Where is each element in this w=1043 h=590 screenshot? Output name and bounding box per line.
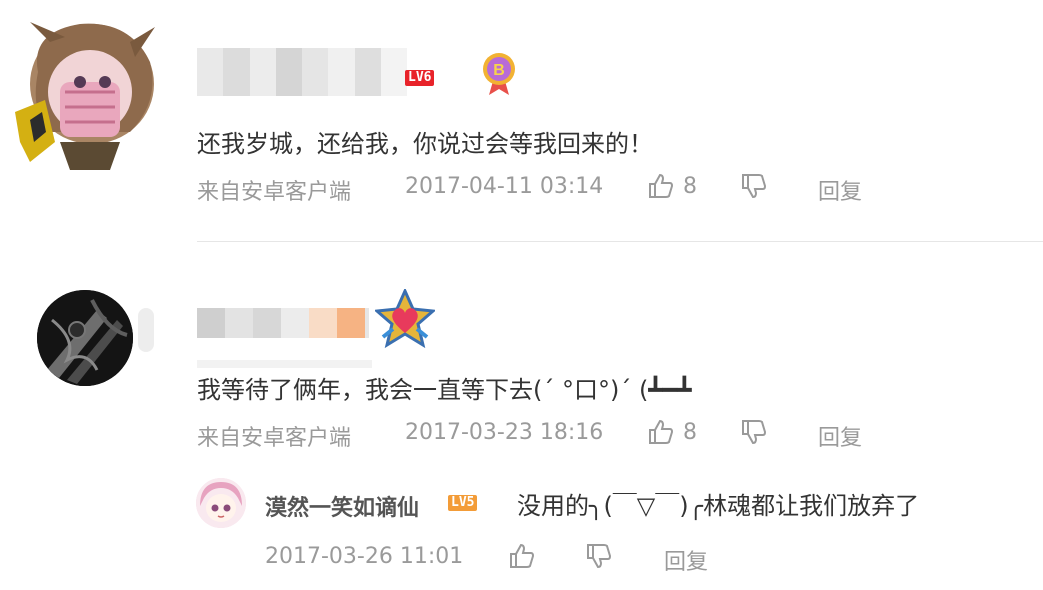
medal-b-icon: B	[479, 51, 519, 96]
like-button[interactable]: 8	[647, 418, 697, 446]
avatar-anime-girl-icon	[15, 22, 155, 170]
heart-star-icon	[373, 287, 437, 349]
comment-text: 还我岁城，还给我，你说过会等我回来的！	[197, 130, 653, 158]
dislike-button[interactable]	[740, 172, 768, 200]
reply-text: 没用的╮(￣▽￣)╭林魂都让我们放弃了	[517, 492, 920, 520]
comment-source: 来自安卓客户端	[197, 180, 352, 205]
avatar-dark-art-icon	[37, 290, 133, 386]
reply-username[interactable]: 漠然一笑如谪仙	[265, 490, 419, 522]
comment-text: 我等待了俩年，我会一直等下去(ˊ °口°)ˊ (┻━┻	[197, 376, 692, 404]
level-badge: LV5	[448, 495, 478, 511]
comment-source: 来自安卓客户端	[197, 426, 352, 451]
like-button[interactable]: 8	[647, 172, 697, 200]
thumbs-down-icon	[587, 544, 612, 569]
comment-item-1: LV6 B 还我岁城，还给我，你说过会等我回来的！ 来自安卓客户端 2017-0…	[0, 0, 1043, 240]
thumbs-down-icon	[742, 174, 767, 199]
reply-reply-button[interactable]: 回复	[664, 544, 708, 576]
reply-timestamp: 2017-03-26 11:01	[265, 544, 464, 569]
thumbs-up-icon	[649, 419, 674, 444]
comment-timestamp: 2017-04-11 03:14	[405, 174, 604, 199]
sub-reply: 漠然一笑如谪仙 LV5 没用的╮(￣▽￣)╭林魂都让我们放弃了 2017-03-…	[190, 472, 1043, 590]
reply-button[interactable]: 回复	[818, 420, 862, 452]
user-avatar[interactable]	[10, 12, 160, 172]
reply-dislike-button[interactable]	[585, 542, 613, 570]
user-avatar[interactable]	[37, 290, 133, 386]
reply-button[interactable]: 回复	[818, 174, 862, 206]
dislike-button[interactable]	[740, 418, 768, 446]
avatar-edge-blur	[138, 308, 154, 352]
reply-like-button[interactable]	[508, 542, 536, 570]
username-blurred[interactable]	[197, 308, 369, 338]
username-blurred[interactable]	[197, 48, 407, 96]
level-badge: LV6	[405, 70, 435, 86]
username-blurred-underline	[197, 360, 372, 368]
reply-avatar[interactable]	[196, 478, 246, 528]
thumbs-up-icon	[510, 543, 535, 568]
comment-item-2: 我等待了俩年，我会一直等下去(ˊ °口°)ˊ (┻━┻ 来自安卓客户端 2017…	[0, 242, 1043, 590]
thumbs-down-icon	[742, 420, 767, 445]
comment-timestamp: 2017-03-23 18:16	[405, 420, 604, 445]
svg-text:B: B	[493, 62, 505, 79]
thumbs-up-icon	[649, 173, 674, 198]
like-count: 8	[683, 173, 697, 199]
avatar-pink-hair-icon	[196, 478, 246, 528]
like-count: 8	[683, 419, 697, 445]
